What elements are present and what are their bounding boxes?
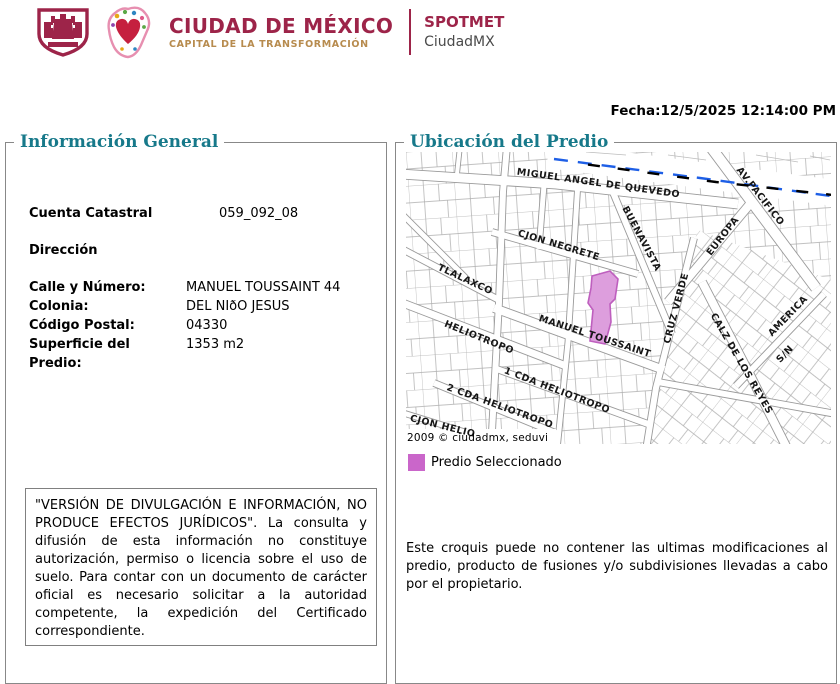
- cuenta-label: Cuenta Catastral: [29, 206, 153, 221]
- panel-title-informacion: Información General: [14, 132, 225, 152]
- calle-value: MANUEL TOUSSAINT 44: [186, 280, 341, 295]
- panel-informacion-general: Información General Cuenta Catastral 059…: [5, 132, 387, 684]
- field-codigo-postal: Código Postal: 04330: [29, 316, 380, 335]
- calle-label: Calle y Número:: [29, 280, 146, 295]
- map-legend: Predio Seleccionado: [408, 454, 836, 471]
- legend-label: Predio Seleccionado: [431, 455, 562, 470]
- cuenta-value: 059_092_08: [219, 206, 299, 221]
- map-attribution: 2009 © ciudadmx, seduvi: [407, 432, 548, 444]
- app-subtitle: CiudadMX: [424, 34, 495, 50]
- brand-block: CIUDAD DE MÉXICO CAPITAL DE LA TRANSFORM…: [169, 15, 393, 50]
- cdmx-shield-icon: [37, 8, 89, 57]
- app-title: SPOTMET: [424, 13, 505, 31]
- field-cuenta-catastral: Cuenta Catastral 059_092_08: [29, 204, 380, 223]
- cp-value: 04330: [186, 318, 228, 333]
- selected-parcel-swatch: [408, 454, 425, 471]
- superficie-label: Superficie del Predio:: [29, 337, 130, 371]
- address-group: Calle y Número: MANUEL TOUSSAINT 44 Colo…: [29, 278, 380, 373]
- header-divider: [409, 9, 412, 55]
- field-superficie: Superficie del Predio: 1353 m2: [29, 335, 380, 373]
- legal-disclaimer-box: "VERSIÓN DE DIVULGACIÓN E INFORMACIÓN, N…: [25, 488, 377, 646]
- corazon-heart-icon: [107, 6, 151, 59]
- cp-label: Código Postal:: [29, 318, 135, 333]
- croquis-note: Este croquis puede no contener las ultim…: [406, 541, 828, 593]
- colonia-label: Colonia:: [29, 299, 89, 314]
- croquis-map: CJON HELIO 2009 © ciudadmx, seduvi MIGUE…: [406, 152, 831, 444]
- colonia-value: DEL NIðO JESUS: [186, 299, 290, 314]
- brand-subtitle: CAPITAL DE LA TRANSFORMACIÓN: [169, 38, 369, 50]
- page: CIUDAD DE MÉXICO CAPITAL DE LA TRANSFORM…: [0, 0, 840, 684]
- brand-title: CIUDAD DE MÉXICO: [169, 13, 394, 38]
- app-block: SPOTMET CiudadMX: [424, 13, 505, 51]
- info-content: Cuenta Catastral 059_092_08 Dirección Ca…: [6, 143, 386, 373]
- report-date: Fecha:12/5/2025 12:14:00 PM: [610, 103, 836, 119]
- field-colonia: Colonia: DEL NIðO JESUS: [29, 297, 380, 316]
- panel-ubicacion-predio: Ubicación del Predio CJON HELIO 2009 © c…: [395, 132, 837, 684]
- direccion-heading: Dirección: [29, 243, 98, 258]
- field-calle-numero: Calle y Número: MANUEL TOUSSAINT 44: [29, 278, 380, 297]
- app-header: CIUDAD DE MÉXICO CAPITAL DE LA TRANSFORM…: [35, 4, 504, 60]
- panel-title-ubicacion: Ubicación del Predio: [404, 132, 615, 152]
- superficie-value: 1353 m2: [186, 337, 245, 352]
